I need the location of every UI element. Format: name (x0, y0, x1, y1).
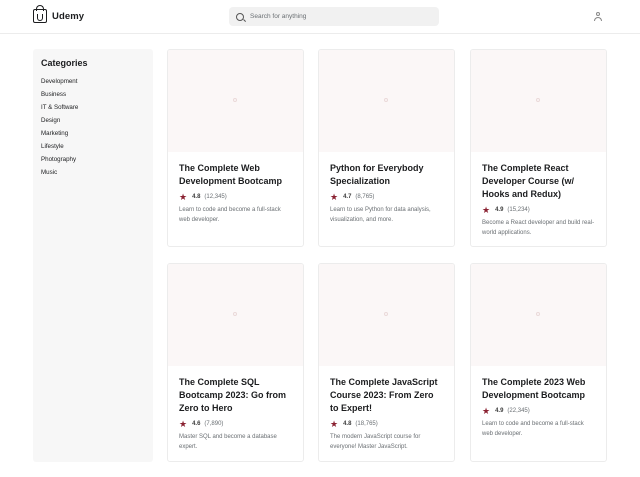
sidebar-item-design[interactable]: Design (41, 114, 145, 127)
star-icon: ★ (482, 406, 491, 416)
course-card[interactable]: Python for Everybody Specialization ★ 4.… (318, 49, 455, 247)
sidebar-item-it-software[interactable]: IT & Software (41, 101, 145, 114)
rating-score: 4.8 (192, 194, 201, 200)
rating-count: (18,765) (355, 421, 378, 427)
course-rating: ★ 4.8 (18,765) (330, 419, 443, 429)
rating-score: 4.7 (343, 194, 352, 200)
course-title: The Complete SQL Bootcamp 2023: Go from … (179, 377, 287, 413)
course-title: Python for Everybody Specialization (330, 163, 424, 186)
course-thumbnail (319, 264, 454, 366)
rating-score: 4.9 (495, 408, 504, 414)
rating-count: (22,345) (507, 408, 530, 414)
course-description: Learn to code and become a full-stack we… (482, 421, 584, 437)
rating-count: (8,765) (355, 194, 375, 200)
course-card[interactable]: The Complete JavaScript Course 2023: Fro… (318, 263, 455, 462)
course-description: Learn to use Python for data analysis, v… (330, 207, 431, 223)
brand-logo[interactable]: Udemy (33, 5, 85, 23)
course-rating: ★ 4.9 (22,345) (482, 406, 595, 416)
course-thumbnail (168, 50, 303, 152)
sidebar-title: Categories (41, 58, 88, 68)
rating-count: (7,890) (204, 421, 224, 427)
star-icon: ★ (179, 192, 188, 202)
categories-sidebar: Categories Development Business IT & Sof… (33, 49, 153, 462)
brand-name: Udemy (52, 10, 85, 22)
course-card[interactable]: The Complete React Developer Course (w/ … (470, 49, 607, 247)
course-card[interactable]: The Complete SQL Bootcamp 2023: Go from … (167, 263, 304, 462)
rating-score: 4.8 (343, 421, 352, 427)
course-title: The Complete JavaScript Course 2023: Fro… (330, 377, 438, 413)
course-description: Become a React developer and build real-… (482, 220, 595, 236)
sidebar-item-photography[interactable]: Photography (41, 153, 145, 166)
udemy-logo-icon (33, 5, 47, 23)
course-title: The Complete 2023 Web Development Bootca… (482, 377, 586, 400)
user-icon[interactable] (593, 12, 602, 22)
search-icon (236, 12, 244, 21)
rating-count: (12,345) (204, 194, 227, 200)
course-rating: ★ 4.7 (8,765) (330, 192, 443, 202)
course-description: Learn to code and become a full-stack we… (179, 207, 281, 223)
star-icon: ★ (179, 419, 188, 429)
search-bar[interactable] (229, 7, 439, 26)
sidebar-item-business[interactable]: Business (41, 88, 145, 101)
course-card[interactable]: The Complete Web Development Bootcamp ★ … (167, 49, 304, 247)
star-icon: ★ (482, 205, 491, 215)
course-thumbnail (471, 264, 606, 366)
course-title: The Complete Web Development Bootcamp (179, 163, 283, 186)
course-rating: ★ 4.8 (12,345) (179, 192, 292, 202)
star-icon: ★ (330, 419, 339, 429)
rating-count: (15,234) (507, 207, 530, 213)
sidebar-item-lifestyle[interactable]: Lifestyle (41, 140, 145, 153)
course-thumbnail (471, 50, 606, 152)
course-thumbnail (319, 50, 454, 152)
sidebar-item-development[interactable]: Development (41, 75, 145, 88)
course-description: Master SQL and become a database expert. (179, 434, 277, 450)
star-icon: ★ (330, 192, 339, 202)
course-card[interactable]: The Complete 2023 Web Development Bootca… (470, 263, 607, 462)
top-navbar: Udemy (0, 0, 640, 34)
category-list: Development Business IT & Software Desig… (41, 75, 145, 179)
rating-score: 4.6 (192, 421, 201, 427)
course-description: The modern JavaScript course for everyon… (330, 434, 421, 450)
rating-score: 4.9 (495, 207, 504, 213)
sidebar-item-music[interactable]: Music (41, 166, 145, 179)
sidebar-item-marketing[interactable]: Marketing (41, 127, 145, 140)
course-rating: ★ 4.9 (15,234) (482, 205, 595, 215)
course-rating: ★ 4.6 (7,890) (179, 419, 292, 429)
course-thumbnail (168, 264, 303, 366)
course-title: The Complete React Developer Course (w/ … (482, 163, 575, 199)
search-input[interactable] (250, 13, 430, 20)
